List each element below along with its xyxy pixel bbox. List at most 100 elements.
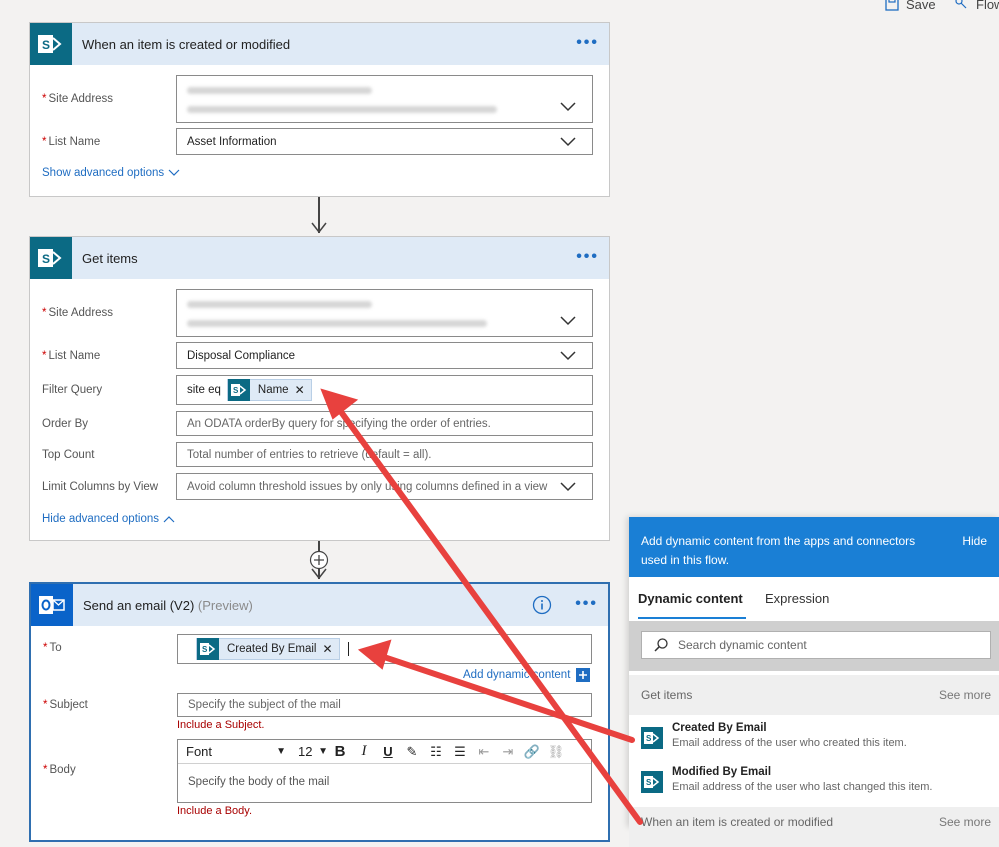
font-select[interactable]: Font ▼ [186, 744, 286, 759]
limit-columns-field[interactable]: Avoid column threshold issues by only us… [176, 473, 593, 500]
arrow-down-icon [311, 222, 327, 234]
dynamic-panel-tabs: Dynamic content Expression [629, 577, 999, 621]
chevron-down-icon[interactable] [560, 136, 576, 147]
filter-query-prefix: site eq [187, 384, 221, 396]
subject-placeholder: Specify the subject of the mail [188, 699, 341, 711]
site-address-field[interactable] [176, 289, 593, 337]
add-step-icon[interactable] [309, 550, 329, 570]
subject-label: * Subject [43, 699, 88, 711]
increase-indent-icon[interactable]: ⇥ [496, 744, 520, 760]
send-email-card-title: Send an email (V2) (Preview) [83, 597, 253, 613]
site-address-row: * Site Address [30, 75, 609, 123]
get-items-card-title: Get items [82, 250, 138, 266]
trigger-card-title: When an item is created or modified [82, 36, 291, 52]
list-name-value: Asset Information [187, 135, 277, 148]
dynamic-panel-header-text: Add dynamic content from the apps and co… [641, 534, 916, 567]
unlink-icon[interactable]: ⛓ [544, 744, 568, 760]
flow-icon [955, 0, 967, 9]
underline-icon[interactable]: U [376, 744, 400, 759]
add-dynamic-content-link[interactable]: Add dynamic content [463, 668, 591, 682]
sharepoint-icon: S [30, 237, 72, 279]
order-by-input[interactable]: An ODATA orderBy query for specifying th… [176, 411, 593, 436]
top-toolbar: Save Flow [0, 0, 999, 16]
active-tab-indicator [638, 617, 746, 619]
limit-columns-row: Limit Columns by View Avoid column thres… [30, 473, 609, 500]
created-by-email-token[interactable]: S Created By Email ✕ [196, 638, 340, 660]
name-token-label: Name [257, 384, 289, 396]
list-name-row: * List Name Disposal Compliance [30, 342, 609, 369]
flow-checker-button[interactable]: Flow [954, 0, 999, 12]
search-dynamic-input[interactable]: Search dynamic content [641, 631, 991, 659]
tab-expression[interactable]: Expression [765, 591, 829, 606]
see-more-link[interactable]: See more [939, 688, 991, 702]
sharepoint-icon: S [197, 638, 219, 660]
name-token[interactable]: S Name ✕ [226, 379, 312, 401]
dynamic-panel-header: Add dynamic content from the apps and co… [629, 517, 999, 577]
remove-token-icon[interactable]: ✕ [322, 642, 338, 656]
body-editor[interactable]: Font ▼ 12 ▼ B I U ✎ ☷ ☰ ⇤ ⇥ 🔗 ⛓ Specify … [177, 739, 592, 803]
blurred-site-name [187, 301, 372, 308]
chevron-up-icon [163, 516, 175, 523]
dynamic-item-created-by-email[interactable]: S Created By Email Email address of the … [629, 715, 999, 759]
decrease-indent-icon[interactable]: ⇤ [472, 744, 496, 760]
more-options-icon[interactable]: ••• [576, 35, 599, 51]
chevron-down-icon[interactable] [560, 316, 576, 326]
chevron-down-icon[interactable] [560, 350, 576, 361]
italic-icon[interactable]: I [352, 743, 376, 760]
search-area: Search dynamic content [629, 621, 999, 671]
plus-icon [576, 668, 591, 682]
subject-error: Include a Subject. [177, 719, 265, 731]
to-field[interactable]: S Created By Email ✕ [177, 634, 592, 664]
dynamic-item-modified-by-email[interactable]: S Modified By Email Email address of the… [629, 759, 999, 803]
list-name-field[interactable]: Asset Information [176, 128, 593, 155]
top-count-placeholder: Total number of entries to retrieve (def… [187, 448, 432, 461]
section-title: Get items [641, 688, 693, 702]
more-options-icon[interactable]: ••• [576, 249, 599, 265]
send-email-card: Send an email (V2) (Preview) ••• * To S C… [29, 582, 610, 842]
arrow-down-icon [311, 568, 327, 580]
more-options-icon[interactable]: ••• [575, 596, 598, 612]
hide-panel-button[interactable]: Hide [962, 534, 987, 548]
outlook-icon [31, 584, 73, 626]
trigger-card-header[interactable]: S When an item is created or modified ••… [30, 23, 609, 65]
sharepoint-icon: S [30, 23, 72, 65]
list-name-value: Disposal Compliance [187, 349, 296, 362]
highlight-icon[interactable]: ✎ [400, 744, 424, 760]
site-address-label: * Site Address [42, 93, 114, 105]
get-items-card-header[interactable]: S Get items ••• [30, 237, 609, 279]
chevron-down-icon[interactable] [560, 481, 576, 492]
bold-icon[interactable]: B [328, 743, 352, 760]
dynamic-item-name: Modified By Email [672, 766, 772, 778]
to-row: * To S Created By Email ✕ [31, 634, 608, 664]
site-address-field[interactable] [176, 75, 593, 123]
hide-advanced-options-label: Hide advanced options [42, 513, 159, 525]
remove-token-icon[interactable]: ✕ [295, 383, 311, 397]
top-count-input[interactable]: Total number of entries to retrieve (def… [176, 442, 593, 467]
section-get-items: Get items See more [629, 675, 999, 715]
bulleted-list-icon[interactable]: ☷ [424, 744, 448, 760]
body-error: Include a Body. [177, 805, 253, 817]
tab-dynamic-content[interactable]: Dynamic content [638, 591, 743, 606]
send-email-card-header[interactable]: Send an email (V2) (Preview) ••• [31, 584, 608, 626]
body-label: * Body [43, 764, 76, 776]
info-icon[interactable] [532, 595, 552, 615]
save-icon [885, 0, 899, 11]
list-name-field[interactable]: Disposal Compliance [176, 342, 593, 369]
save-button[interactable]: Save [884, 0, 936, 12]
chevron-down-icon[interactable] [560, 102, 576, 112]
numbered-list-icon[interactable]: ☰ [448, 744, 472, 760]
blurred-site-name [187, 87, 372, 94]
chevron-down-icon [168, 169, 180, 176]
to-label: * To [43, 642, 62, 654]
filter-query-field[interactable]: site eq S Name ✕ [176, 375, 593, 405]
show-advanced-options-link[interactable]: Show advanced options [42, 167, 180, 179]
svg-text:S: S [202, 645, 208, 654]
hide-advanced-options-link[interactable]: Hide advanced options [42, 513, 175, 525]
order-by-row: Order By An ODATA orderBy query for spec… [30, 411, 609, 436]
order-by-placeholder: An ODATA orderBy query for specifying th… [187, 417, 491, 430]
subject-input[interactable]: Specify the subject of the mail [177, 693, 592, 717]
flow-label: Flow [976, 0, 999, 12]
font-size-select[interactable]: 12 ▼ [298, 744, 328, 759]
section-trigger: When an item is created or modified See … [629, 807, 999, 847]
link-icon[interactable]: 🔗 [520, 744, 544, 760]
